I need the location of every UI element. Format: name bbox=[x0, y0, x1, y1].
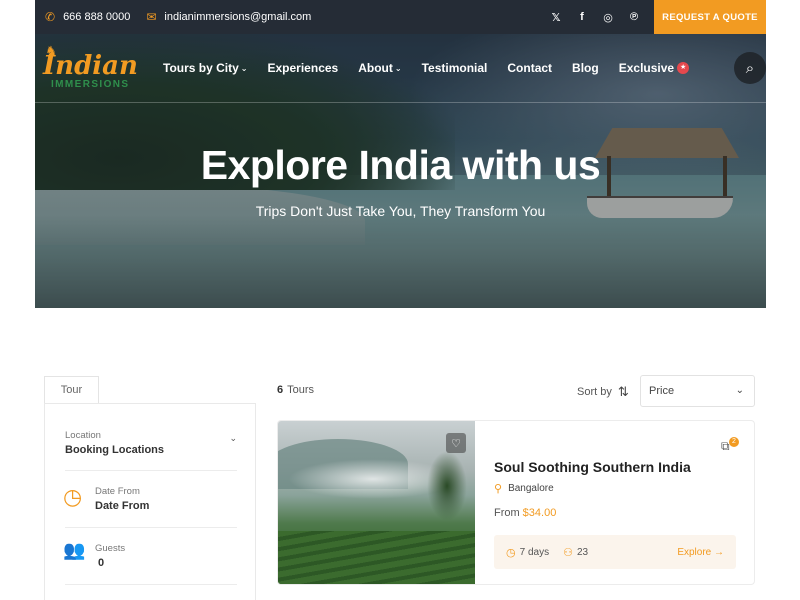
sort-order-icon[interactable]: ⇅ bbox=[618, 384, 629, 400]
filter-divider bbox=[65, 470, 237, 471]
tour-duration: ◷ 7 days bbox=[506, 546, 549, 559]
clock-icon: ◷ bbox=[506, 546, 516, 559]
sort-select[interactable]: Price ⌄ bbox=[640, 375, 755, 407]
phone-contact[interactable]: ✆ 666 888 0000 bbox=[45, 10, 130, 24]
phone-icon: ✆ bbox=[45, 10, 56, 24]
search-button[interactable]: ⌕ bbox=[734, 52, 766, 84]
chevron-down-icon: ⌄ bbox=[394, 63, 402, 73]
image-tree bbox=[427, 451, 467, 521]
chevron-down-icon: ⌄ bbox=[735, 385, 744, 396]
price-amount: $34.00 bbox=[522, 507, 557, 519]
image-tea-rows bbox=[278, 531, 475, 584]
map-pin-icon: ⚲ bbox=[494, 483, 503, 495]
site-logo[interactable]: ♞ Indian IMMERSIONS bbox=[43, 43, 138, 95]
date-from-value: Date From bbox=[95, 500, 150, 512]
tour-title[interactable]: Soul Soothing Southern India bbox=[494, 459, 691, 475]
tour-group-size-text: 23 bbox=[576, 546, 589, 558]
nav-item-label: Contact bbox=[507, 61, 553, 75]
clock-icon: ◷ bbox=[63, 484, 83, 509]
guests-value: 0 bbox=[98, 557, 105, 569]
date-from-field[interactable]: Date From Date From bbox=[95, 486, 237, 512]
nav-menu: Tours by City ⌄ Experiences About ⌄ Testim… bbox=[163, 34, 709, 102]
heart-icon: ♡ bbox=[451, 437, 461, 450]
location-field[interactable]: Location Booking Locations ⌄ bbox=[65, 430, 237, 456]
tour-meta-bar: ◷ 7 days ⚇ 23 Explore → bbox=[494, 535, 736, 569]
location-label: Location bbox=[65, 430, 101, 441]
nav-item-label: Exclusive bbox=[618, 61, 675, 75]
group-icon: ⚇ bbox=[563, 546, 573, 559]
main-nav: ♞ Indian IMMERSIONS Tours by City ⌄ Exper… bbox=[35, 34, 766, 102]
tour-location: ⚲ Bangalore bbox=[494, 482, 554, 495]
request-quote-button[interactable]: REQUEST A QUOTE bbox=[654, 0, 766, 34]
sort-value: Price bbox=[649, 385, 675, 397]
wishlist-button[interactable]: ♡ bbox=[446, 433, 466, 453]
logo-subtitle: IMMERSIONS bbox=[51, 79, 130, 90]
nav-item-contact[interactable]: Contact bbox=[507, 61, 552, 75]
search-icon: ⌕ bbox=[745, 59, 755, 77]
results-count: 6 Tours bbox=[277, 384, 314, 396]
tour-card[interactable]: ♡ ⧉ 2 Soul Soothing Southern India ⚲ Ban… bbox=[277, 420, 755, 585]
guests-field[interactable]: Guests 0 bbox=[95, 543, 237, 569]
instagram-icon[interactable]: ◎ bbox=[602, 11, 614, 24]
nav-item-blog[interactable]: Blog bbox=[572, 61, 599, 75]
email-contact[interactable]: ✉ indianimmersions@gmail.com bbox=[146, 10, 311, 24]
guests-label: Guests bbox=[95, 543, 126, 554]
elephant-logo-icon: ♞ bbox=[45, 43, 58, 59]
filter-divider bbox=[65, 527, 237, 528]
nav-item-label: Experiences bbox=[267, 61, 339, 75]
nav-item-label: About bbox=[358, 61, 393, 75]
hero-title: Explore India with us bbox=[200, 142, 601, 188]
sort-by[interactable]: Sort by ⇅ bbox=[577, 384, 629, 400]
guests-icon: 👥 bbox=[63, 540, 86, 560]
date-from-label: Date From bbox=[95, 486, 140, 497]
tab-tour[interactable]: Tour bbox=[44, 376, 99, 403]
nav-item-exclusive[interactable]: Exclusive ★ bbox=[618, 61, 690, 75]
results-label: Tours bbox=[287, 384, 315, 396]
location-value: Booking Locations bbox=[65, 444, 164, 456]
explore-link[interactable]: Explore → bbox=[677, 547, 724, 558]
nav-item-experiences[interactable]: Experiences bbox=[268, 61, 339, 75]
email-address: indianimmersions@gmail.com bbox=[164, 11, 312, 23]
results-number: 6 bbox=[277, 384, 284, 396]
nav-item-tours-by-city[interactable]: Tours by City ⌄ bbox=[163, 61, 248, 75]
nav-divider bbox=[35, 102, 766, 103]
phone-number: 666 888 0000 bbox=[63, 11, 131, 23]
nav-item-label: Tours by City bbox=[163, 61, 239, 75]
tour-duration-text: 7 days bbox=[519, 546, 550, 558]
chevron-down-icon: ⌄ bbox=[240, 63, 248, 73]
tour-location-text: Bangalore bbox=[508, 483, 554, 494]
nav-item-label: Testimonial bbox=[421, 61, 488, 75]
tour-group-size: ⚇ 23 bbox=[563, 546, 588, 559]
pinterest-icon[interactable]: ℗ bbox=[628, 11, 640, 23]
social-links: 𝕏 f ◎ ℗ bbox=[550, 11, 640, 24]
nav-item-label: Blog bbox=[572, 61, 599, 75]
facebook-icon[interactable]: f bbox=[576, 11, 588, 23]
tour-price: From $34.00 bbox=[494, 507, 556, 519]
hot-badge-icon: ★ bbox=[677, 62, 690, 74]
chevron-down-icon: ⌄ bbox=[229, 433, 237, 443]
search-filter-panel: Location Booking Locations ⌄ ◷ Date From… bbox=[44, 403, 256, 600]
mail-icon: ✉ bbox=[146, 10, 157, 24]
hero-subtitle: Trips Don't Just Take You, They Transfor… bbox=[255, 203, 546, 219]
twitter-icon[interactable]: 𝕏 bbox=[550, 11, 562, 24]
price-prefix: From bbox=[494, 507, 520, 519]
sort-label: Sort by bbox=[577, 386, 612, 398]
nav-item-testimonial[interactable]: Testimonial bbox=[422, 61, 488, 75]
compare-count-badge: 2 bbox=[729, 437, 739, 447]
top-bar: ✆ 666 888 0000 ✉ indianimmersions@gmail.… bbox=[35, 0, 766, 34]
filter-divider bbox=[65, 584, 237, 585]
nav-item-about[interactable]: About ⌄ bbox=[358, 61, 401, 75]
tour-image[interactable]: ♡ bbox=[278, 421, 475, 584]
